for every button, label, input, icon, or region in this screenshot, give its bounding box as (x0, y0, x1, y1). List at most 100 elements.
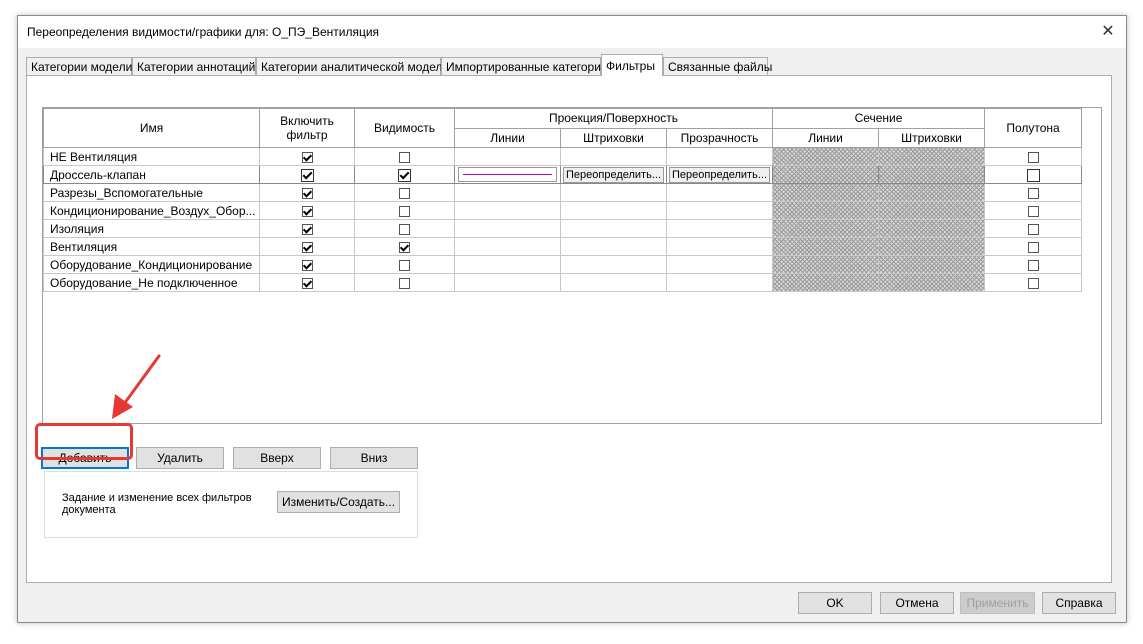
tab-analytical-model-categories[interactable]: Категории аналитической модели (256, 57, 449, 75)
projection-lines-cell[interactable] (454, 255, 561, 274)
enable-filter-cell[interactable] (259, 165, 355, 184)
visibility-cell[interactable] (354, 273, 455, 292)
table-row[interactable]: Оборудование_Не подключенное (43, 273, 1082, 292)
projection-transparency-cell[interactable]: Переопределить... (666, 165, 773, 184)
halftone-cell[interactable] (984, 183, 1082, 202)
enable-filter-cell[interactable] (259, 201, 355, 220)
header-cut-lines[interactable]: Линии (772, 127, 879, 148)
projection-patterns-cell[interactable] (560, 147, 667, 166)
projection-patterns-cell[interactable] (560, 201, 667, 220)
tab-linked-files[interactable]: Связанные файлы (663, 57, 772, 75)
checkbox-checked-icon[interactable] (300, 168, 314, 182)
projection-transparency-cell[interactable] (666, 219, 773, 238)
apply-button[interactable]: Применить (960, 592, 1035, 614)
header-name[interactable]: Имя (43, 108, 260, 148)
checkbox-unchecked-icon[interactable] (399, 277, 410, 289)
projection-lines-cell[interactable] (454, 183, 561, 202)
enable-filter-cell[interactable] (259, 255, 355, 274)
tab-model-categories[interactable]: Категории модели (26, 57, 132, 75)
header-cut-patterns[interactable]: Штриховки (878, 127, 985, 148)
projection-transparency-cell[interactable] (666, 255, 773, 274)
checkbox-unchecked-icon[interactable] (1027, 223, 1039, 235)
halftone-cell[interactable] (984, 147, 1082, 166)
enable-filter-cell[interactable] (259, 183, 355, 202)
enable-filter-cell[interactable] (259, 219, 355, 238)
projection-transparency-cell[interactable] (666, 273, 773, 292)
table-row[interactable]: Разрезы_Вспомогательные (43, 183, 1082, 202)
help-button[interactable]: Справка (1042, 592, 1116, 614)
header-projection-transparency[interactable]: Прозрачность (666, 127, 773, 148)
header-visibility[interactable]: Видимость (354, 108, 455, 148)
checkbox-unchecked-icon[interactable] (1027, 151, 1039, 163)
enable-filter-cell[interactable] (259, 273, 355, 292)
override-patterns-button[interactable]: Переопределить... (563, 166, 664, 183)
checkbox-unchecked-icon[interactable] (1027, 277, 1039, 289)
tab-annotation-categories[interactable]: Категории аннотаций (132, 57, 256, 75)
visibility-cell[interactable] (354, 255, 455, 274)
checkbox-unchecked-icon[interactable] (1026, 168, 1040, 182)
header-projection-patterns[interactable]: Штриховки (560, 127, 667, 148)
projection-lines-cell[interactable] (454, 165, 561, 184)
tab-filters[interactable]: Фильтры (601, 54, 663, 76)
visibility-cell[interactable] (354, 165, 455, 184)
cancel-button[interactable]: Отмена (880, 592, 954, 614)
projection-patterns-cell[interactable] (560, 183, 667, 202)
ok-button[interactable]: OK (798, 592, 872, 614)
visibility-cell[interactable] (354, 201, 455, 220)
override-transparency-button[interactable]: Переопределить... (669, 166, 770, 183)
visibility-cell[interactable] (354, 147, 455, 166)
move-down-button[interactable]: Вниз (330, 447, 418, 469)
checkbox-checked-icon[interactable] (301, 277, 313, 289)
checkbox-checked-icon[interactable] (301, 187, 313, 199)
move-up-button[interactable]: Вверх (233, 447, 321, 469)
checkbox-unchecked-icon[interactable] (1027, 205, 1039, 217)
projection-lines-cell[interactable] (454, 219, 561, 238)
projection-transparency-cell[interactable] (666, 237, 773, 256)
halftone-cell[interactable] (984, 165, 1082, 184)
halftone-cell[interactable] (984, 273, 1082, 292)
visibility-cell[interactable] (354, 237, 455, 256)
header-enable-filter[interactable]: Включить фильтр (259, 108, 355, 148)
remove-button[interactable]: Удалить (136, 447, 224, 469)
checkbox-unchecked-icon[interactable] (399, 151, 410, 163)
projection-patterns-cell[interactable] (560, 273, 667, 292)
checkbox-checked-icon[interactable] (301, 223, 313, 235)
projection-patterns-cell[interactable] (560, 219, 667, 238)
header-projection-lines[interactable]: Линии (454, 127, 561, 148)
projection-lines-cell[interactable] (454, 201, 561, 220)
tab-imported-categories[interactable]: Импортированные категории (441, 57, 608, 75)
projection-transparency-cell[interactable] (666, 201, 773, 220)
projection-patterns-cell[interactable] (560, 255, 667, 274)
checkbox-unchecked-icon[interactable] (399, 223, 410, 235)
projection-patterns-cell[interactable]: Переопределить... (560, 165, 667, 184)
checkbox-unchecked-icon[interactable] (1027, 259, 1039, 271)
visibility-cell[interactable] (354, 219, 455, 238)
table-row[interactable]: Оборудование_Кондиционирование (43, 255, 1082, 274)
table-row[interactable]: Изоляция (43, 219, 1082, 238)
enable-filter-cell[interactable] (259, 237, 355, 256)
checkbox-unchecked-icon[interactable] (1027, 187, 1039, 199)
checkbox-checked-icon[interactable] (301, 241, 313, 253)
line-sample[interactable] (458, 167, 557, 182)
checkbox-checked-icon[interactable] (301, 151, 313, 163)
table-row[interactable]: НЕ Вентиляция (43, 147, 1082, 166)
projection-patterns-cell[interactable] (560, 237, 667, 256)
checkbox-checked-icon[interactable] (301, 259, 313, 271)
checkbox-checked-icon[interactable] (301, 205, 313, 217)
close-icon[interactable]: ✕ (1090, 16, 1126, 48)
checkbox-unchecked-icon[interactable] (399, 259, 410, 271)
halftone-cell[interactable] (984, 255, 1082, 274)
projection-transparency-cell[interactable] (666, 183, 773, 202)
table-row[interactable]: Дроссель-клапан Переопределить... Переопре… (43, 165, 1082, 184)
projection-lines-cell[interactable] (454, 237, 561, 256)
checkbox-checked-icon[interactable] (399, 241, 410, 253)
table-row[interactable]: Вентиляция (43, 237, 1082, 256)
halftone-cell[interactable] (984, 219, 1082, 238)
halftone-cell[interactable] (984, 201, 1082, 220)
enable-filter-cell[interactable] (259, 147, 355, 166)
checkbox-unchecked-icon[interactable] (399, 187, 410, 199)
halftone-cell[interactable] (984, 237, 1082, 256)
visibility-cell[interactable] (354, 183, 455, 202)
projection-transparency-cell[interactable] (666, 147, 773, 166)
table-row[interactable]: Кондиционирование_Воздух_Обор... (43, 201, 1082, 220)
